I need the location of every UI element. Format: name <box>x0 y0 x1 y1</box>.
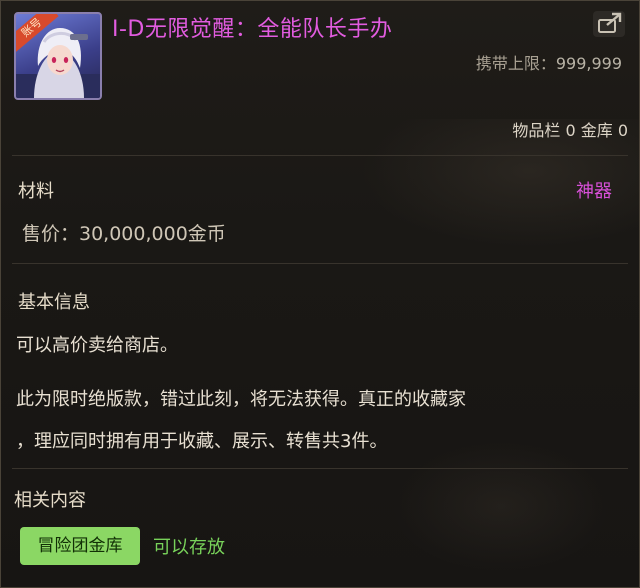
background-watermark-lower <box>391 441 611 571</box>
divider <box>12 155 628 156</box>
item-title: I-D无限觉醒：全能队长手办 <box>112 17 393 42</box>
item-category: 材料 <box>18 181 54 202</box>
carry-limit-value: 999,999 <box>555 54 622 73</box>
sell-price: 售价：30,000,000金币 <box>22 223 226 245</box>
share-export-icon <box>598 12 622 33</box>
storage-counts: 物品栏 0 金库 0 <box>512 121 628 140</box>
related-heading: 相关内容 <box>14 490 86 511</box>
description-line: 可以高价卖给商店。 <box>16 335 178 356</box>
divider <box>12 468 628 469</box>
adventure-vault-chip[interactable]: 冒险团金库 <box>20 527 140 565</box>
item-icon: 账号 <box>14 12 102 100</box>
carry-limit: 携带上限：999,999 <box>476 50 622 74</box>
basic-info-heading: 基本信息 <box>18 292 90 313</box>
vault-storable-status: 可以存放 <box>153 537 225 558</box>
share-button[interactable] <box>593 11 625 37</box>
description-line: ，理应同时拥有用于收藏、展示、转售共3件。 <box>16 431 388 452</box>
description-line: 此为限时绝版款，错过此刻，将无法获得。真正的收藏家 <box>16 389 466 410</box>
carry-limit-label: 携带上限： <box>475 54 556 73</box>
item-grade: 神器 <box>576 181 612 202</box>
item-tooltip-panel: 账号 I-D无限觉醒：全能队长手办 携带上限：999,999 物品栏 0 金库 … <box>0 0 640 588</box>
divider <box>12 263 628 264</box>
